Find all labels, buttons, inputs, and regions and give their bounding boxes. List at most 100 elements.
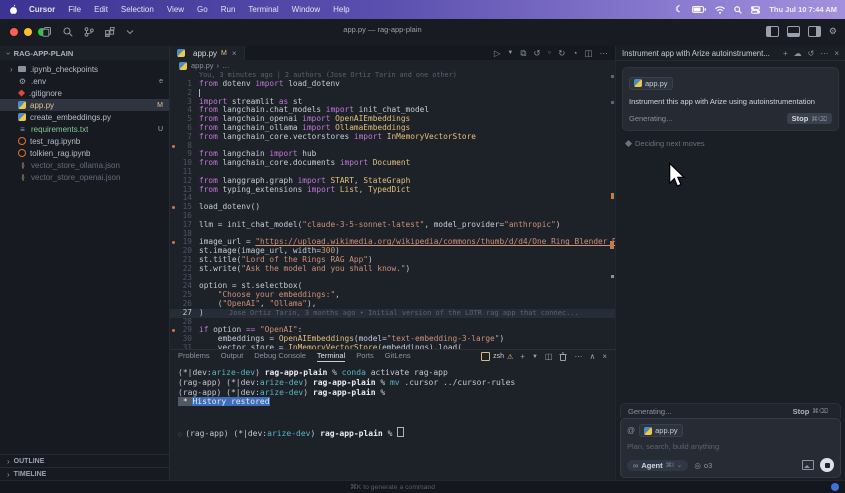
code-line-5[interactable]: 5from langchain_openai import OpenAIEmbe… — [170, 115, 615, 124]
code-line-10[interactable]: 10from langchain_core.documents import D… — [170, 159, 615, 168]
code-line-27[interactable]: 27) Jose Ortiz Tarin, 3 months ago • Ini… — [170, 309, 615, 318]
code-line-7[interactable]: 7from langchain_core.vectorstores import… — [170, 133, 615, 142]
model-selector[interactable]: ◎ o3 — [694, 461, 712, 470]
menu-terminal[interactable]: Terminal — [248, 5, 278, 14]
file-item-vector_store_ollama.json[interactable]: vector_store_ollama.json — [0, 159, 169, 171]
history-icon[interactable]: ↺ — [808, 49, 815, 58]
menubar-clock[interactable]: Thu Jul 10 7:44 AM — [769, 5, 837, 14]
code-line-20[interactable]: 20st.image(image_url, width=300) — [170, 247, 615, 256]
code-line-3[interactable]: 3import streamlit as st — [170, 98, 615, 107]
menu-window[interactable]: Window — [292, 5, 320, 14]
code-line-11[interactable]: 11 — [170, 168, 615, 177]
code-line-30[interactable]: 30 embeddings = OpenAIEmbeddings(model="… — [170, 335, 615, 344]
wifi-icon[interactable] — [715, 6, 725, 14]
panel-tab-ports[interactable]: Ports — [356, 351, 374, 362]
back-icon[interactable]: ↺ — [533, 48, 540, 59]
more-icon[interactable]: ⋯ — [820, 49, 828, 58]
file-item-test_rag.ipynb[interactable]: test_rag.ipynb — [0, 135, 169, 147]
file-item-vector_store_openai.json[interactable]: vector_store_openai.json — [0, 171, 169, 183]
code-line-13[interactable]: 13from typing_extensions import List, Ty… — [170, 186, 615, 195]
new-terminal-icon[interactable]: + — [520, 352, 525, 361]
code-line-6[interactable]: 6from langchain_ollama import OllamaEmbe… — [170, 124, 615, 133]
code-line-1[interactable]: 1from dotenv import load_dotenv — [170, 80, 615, 89]
file-item-.env[interactable]: .enve — [0, 75, 169, 87]
code-line-8[interactable]: 8 — [170, 142, 615, 151]
close-panel-icon[interactable]: × — [602, 352, 607, 361]
terminal-output[interactable]: (*|dev:arize-dev) rag-app-plain % conda … — [170, 363, 615, 437]
file-item-app.py[interactable]: app.pyM — [0, 99, 169, 111]
tab-app-py[interactable]: app.py M × — [170, 46, 245, 60]
open-changes-icon[interactable]: ⧉ — [520, 48, 526, 59]
panel-tab-problems[interactable]: Problems — [178, 351, 210, 362]
toggle-secondary-sidebar-icon[interactable] — [808, 26, 821, 37]
forward-icon[interactable]: ↻ — [558, 48, 565, 59]
code-line-24[interactable]: 24option = st.selectbox( — [170, 282, 615, 291]
panel-tab-output[interactable]: Output — [221, 351, 244, 362]
explorer-root-header[interactable]: › RAG-APP-PLAIN — [0, 46, 169, 60]
code-line-22[interactable]: 22st.write("Ask the model and you shall … — [170, 265, 615, 274]
code-line-4[interactable]: 4from langchain.chat_models import init_… — [170, 106, 615, 115]
file-item-tolkien_rag.ipynb[interactable]: tolkien_rag.ipynb — [0, 147, 169, 159]
agent-mode-selector[interactable]: ∞ Agent ⌘I ⌄ — [627, 460, 688, 471]
split-terminal-icon[interactable]: ◫ — [545, 352, 553, 361]
run-dropdown-icon[interactable]: ▼ — [507, 50, 513, 56]
terminal-dropdown-icon[interactable]: ▼ — [532, 354, 538, 360]
code-line-9[interactable]: 9from langchain import hub — [170, 150, 615, 159]
menu-cursor[interactable]: Cursor — [29, 5, 55, 14]
new-chat-icon[interactable]: + — [783, 49, 788, 58]
spotlight-search-icon[interactable] — [734, 6, 742, 14]
code-line-15[interactable]: 15load_dotenv() — [170, 203, 615, 212]
code-line-14[interactable]: 14 — [170, 194, 615, 203]
code-line-21[interactable]: 21st.title("Lord of the Rings RAG App") — [170, 256, 615, 265]
terminal-instance-zsh[interactable]: zsh ⚠ — [481, 352, 513, 361]
apple-logo-icon[interactable] — [9, 4, 18, 15]
code-line-18[interactable]: 18 — [170, 230, 615, 239]
code-line-23[interactable]: 23 — [170, 274, 615, 283]
send-stop-button[interactable] — [820, 458, 834, 472]
code-line-16[interactable]: 16 — [170, 212, 615, 221]
menu-selection[interactable]: Selection — [121, 5, 154, 14]
maximize-panel-icon[interactable]: ∧ — [589, 352, 595, 361]
more-actions-icon[interactable]: ⋯ — [600, 48, 609, 59]
file-item-requirements.txt[interactable]: requirements.txtU — [0, 123, 169, 135]
close-tab-icon[interactable]: × — [232, 49, 237, 58]
menu-edit[interactable]: Edit — [94, 5, 108, 14]
panel-tab-debug-console[interactable]: Debug Console — [254, 351, 306, 362]
control-center-icon[interactable] — [751, 6, 760, 14]
panel-tab-gitlens[interactable]: GitLens — [385, 351, 411, 362]
menu-go[interactable]: Go — [197, 5, 208, 14]
panel-tab-terminal[interactable]: Terminal — [317, 351, 345, 362]
code-line-28[interactable]: 28 — [170, 318, 615, 327]
chat-input[interactable]: @ app.py Plan, search, build anything ∞ … — [620, 418, 841, 478]
code-line-12[interactable]: 12from langgraph.graph import START, Sta… — [170, 177, 615, 186]
context-file-chip[interactable]: app.py — [629, 77, 673, 90]
code-line-29[interactable]: 29if option == "OpenAI": — [170, 326, 615, 335]
toggle-primary-sidebar-icon[interactable] — [766, 26, 779, 37]
context-file-chip[interactable]: app.py — [639, 424, 683, 437]
split-editor-icon[interactable]: ◫ — [584, 48, 592, 59]
file-item-.gitignore[interactable]: .gitignore — [0, 87, 169, 99]
stop-button[interactable]: Stop⌘⌫ — [788, 406, 833, 417]
run-python-icon[interactable]: ▷ — [494, 48, 501, 59]
breadcrumb[interactable]: app.py › … — [170, 60, 615, 71]
menu-help[interactable]: Help — [333, 5, 349, 14]
code-line-26[interactable]: 26 ("OpenAI", "Ollama"), — [170, 300, 615, 309]
input-placeholder[interactable]: Plan, search, build anything — [627, 442, 834, 451]
timeline-clock-icon[interactable]: ◔ — [572, 48, 577, 58]
gear-icon[interactable]: ⚙ — [829, 27, 837, 36]
more-icon[interactable]: ⋯ — [574, 352, 582, 361]
menu-file[interactable]: File — [68, 5, 81, 14]
attach-image-icon[interactable] — [802, 460, 814, 470]
close-panel-icon[interactable]: × — [834, 49, 839, 58]
status-indicator-icon[interactable] — [831, 483, 839, 491]
code-line-25[interactable]: 25 "Choose your embeddings:", — [170, 291, 615, 300]
codelens-blame[interactable]: You, 3 minutes ago | 2 authors (Jose Ort… — [170, 71, 615, 80]
toggle-panel-icon[interactable] — [787, 26, 800, 37]
cloud-icon[interactable]: ☁ — [794, 49, 802, 58]
stop-button[interactable]: Stop⌘⌫ — [787, 113, 832, 124]
code-line-19[interactable]: 19image_url = "https://upload.wikimedia.… — [170, 238, 615, 247]
code-line-2[interactable]: 2 — [170, 89, 615, 98]
menu-view[interactable]: View — [167, 5, 184, 14]
timeline-section[interactable]: › TIMELINE — [0, 467, 169, 480]
code-line-17[interactable]: 17llm = init_chat_model("claude-3-5-sonn… — [170, 221, 615, 230]
